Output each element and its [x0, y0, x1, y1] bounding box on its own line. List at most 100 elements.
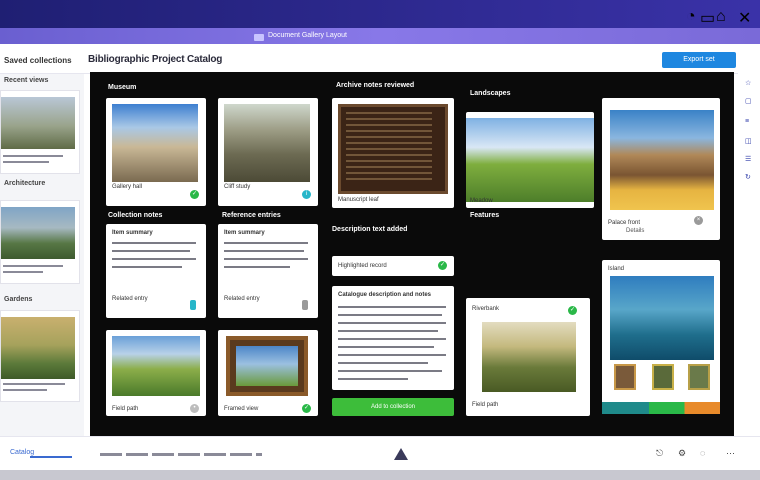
card-image	[610, 110, 714, 210]
column-heading: Archive notes reviewed	[336, 82, 415, 89]
card-title: Catalogue description and notes	[338, 292, 432, 298]
sidebar-card[interactable]	[0, 200, 80, 284]
sidebar-section-title: Gardens	[4, 296, 33, 303]
text-line	[338, 338, 446, 340]
framed-picture	[236, 346, 298, 386]
card-caption: Gallery hall	[112, 184, 143, 190]
text-line	[224, 250, 304, 252]
tab-label[interactable]: Document Gallery Layout	[268, 32, 347, 39]
card-caption: Framed view	[224, 406, 259, 412]
image-card[interactable]: Cliff study i	[218, 98, 318, 206]
bookmark-icon[interactable]	[190, 300, 196, 310]
card-caption: Related entry	[112, 296, 148, 302]
card-caption: Palace front	[608, 220, 641, 226]
control-glyph: ▭	[700, 10, 716, 27]
text-line	[338, 362, 428, 364]
card-image	[482, 322, 576, 392]
close-icon[interactable]: ×	[694, 216, 703, 225]
card-caption: Related entry	[224, 296, 260, 302]
image-card[interactable]	[466, 112, 594, 208]
text-line	[338, 378, 408, 380]
sidebar-card[interactable]	[0, 310, 80, 402]
right-toolbar	[738, 72, 760, 436]
text-line	[3, 161, 49, 163]
text-line	[112, 266, 182, 268]
card-image	[112, 336, 200, 396]
text-line	[224, 258, 308, 260]
text-card[interactable]: Item summary Related entry	[218, 224, 318, 318]
card-image	[466, 118, 594, 202]
text-line	[3, 271, 43, 273]
close-icon[interactable]: ✕	[738, 8, 751, 28]
section-label: Reference entries	[222, 212, 281, 219]
card-title: Item summary	[112, 230, 153, 236]
thumbnail-image[interactable]	[652, 364, 674, 390]
summary-row[interactable]: Highlighted record ✓	[332, 256, 454, 276]
maximize-icon[interactable]: ▭	[700, 8, 715, 28]
tab-icon	[254, 34, 264, 41]
minimize-icon[interactable]: ◔	[686, 8, 696, 26]
text-line	[3, 155, 63, 157]
refresh-icon[interactable]: ↻	[745, 174, 752, 181]
help-icon[interactable]: ◌	[700, 448, 705, 458]
footer-text	[100, 453, 262, 456]
page-title: Bibliographic Project Catalog	[88, 54, 223, 65]
footer-underline	[30, 456, 72, 458]
menu-icon[interactable]: •	[190, 404, 199, 413]
star-icon[interactable]: ☆	[745, 80, 752, 87]
settings-icon[interactable]: ⚙	[678, 448, 686, 459]
text-line	[3, 265, 63, 267]
section-label: Features	[470, 212, 500, 219]
list-icon[interactable]: ≡	[745, 118, 752, 125]
card-caption: Meadow	[470, 198, 493, 204]
row-label: Highlighted record	[338, 263, 387, 269]
thumbnail-image	[1, 207, 75, 259]
export-button[interactable]: Export set	[662, 52, 736, 68]
card-footer: Details	[626, 228, 645, 234]
thumbnail-image[interactable]	[688, 364, 710, 390]
image-card[interactable]: Gallery hall ✓	[106, 98, 206, 206]
info-icon[interactable]: i	[302, 190, 311, 199]
bookmark-icon[interactable]	[302, 300, 308, 310]
card-caption: Riverbank	[472, 306, 500, 312]
card-caption: Field path	[112, 406, 139, 412]
card-title: Item summary	[224, 230, 265, 236]
title-bar	[0, 0, 760, 28]
image-card[interactable]: Island	[602, 260, 720, 414]
text-line	[338, 322, 446, 324]
text-line	[338, 306, 446, 308]
image-card[interactable]: Palace front Details ×	[602, 98, 720, 240]
check-icon[interactable]: ✓	[302, 404, 311, 413]
text-line	[3, 383, 65, 385]
text-line	[338, 330, 438, 332]
share-icon[interactable]: ⎋	[656, 448, 663, 459]
image-card[interactable]: Riverbank ✓ Field path	[466, 298, 590, 416]
thumbnail-image	[1, 317, 75, 379]
card-caption: Field path	[472, 402, 499, 408]
control-glyph: ✕	[738, 10, 752, 27]
check-icon[interactable]: ✓	[568, 306, 577, 315]
home-icon[interactable]: ⌂	[716, 8, 726, 26]
column-heading: Landscapes	[470, 90, 511, 97]
section-label: Description text added	[332, 226, 408, 233]
sidebar-section-title: Architecture	[4, 180, 46, 187]
thumbnail-image[interactable]	[614, 364, 636, 390]
check-icon[interactable]: ✓	[438, 261, 447, 270]
text-line	[338, 354, 446, 356]
column-heading: Museum	[108, 84, 137, 91]
text-line	[112, 242, 196, 244]
image-card[interactable]: Framed view ✓	[218, 330, 318, 416]
filter-icon[interactable]: ☰	[745, 156, 752, 163]
layers-icon[interactable]: ◫	[745, 138, 752, 145]
description-card[interactable]: Catalogue description and notes	[332, 286, 454, 390]
check-icon[interactable]: ✓	[190, 190, 199, 199]
text-card[interactable]: Item summary Related entry	[106, 224, 206, 318]
tab-bar	[0, 28, 760, 44]
add-to-collection-button[interactable]: Add to collection	[332, 398, 454, 416]
image-card[interactable]: Field path •	[106, 330, 206, 416]
sidebar-card[interactable]	[0, 90, 80, 174]
control-glyph: ◔	[686, 8, 696, 25]
more-icon[interactable]: ⋯	[726, 448, 735, 459]
text-line	[338, 370, 442, 372]
bookmark-icon[interactable]: ▢	[745, 98, 752, 105]
